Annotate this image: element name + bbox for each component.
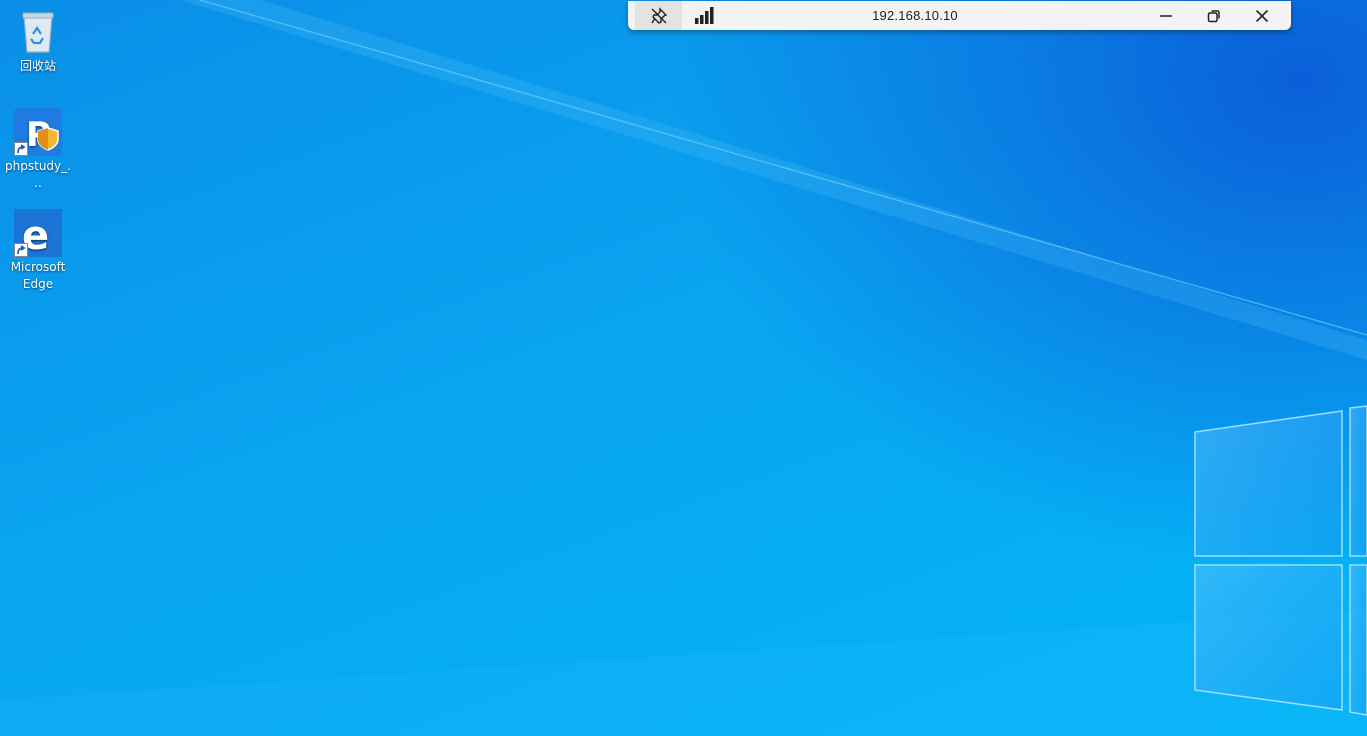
- edge-icon: e: [14, 209, 62, 259]
- desktop-icon-phpstudy[interactable]: P phpstudy_...: [2, 108, 74, 192]
- remote-connection-bar[interactable]: 192.168.10.10: [628, 1, 1291, 30]
- remote-host-title: 192.168.10.10: [872, 8, 958, 23]
- desktop-wallpaper: 回收站 P phpstudy_... e Micro: [0, 0, 1367, 736]
- signal-strength-icon: [695, 6, 714, 24]
- pin-button[interactable]: [635, 1, 682, 30]
- phpstudy-icon: P: [14, 108, 62, 156]
- restore-button[interactable]: [1190, 1, 1238, 30]
- windows-logo-wallpaper: [0, 0, 1367, 736]
- close-button[interactable]: [1238, 1, 1286, 30]
- recycle-bin-icon: [14, 8, 62, 56]
- shortcut-arrow-icon: [14, 243, 28, 257]
- desktop-icon-label: Microsoft Edge: [10, 260, 66, 291]
- desktop-icon-label: phpstudy_...: [5, 159, 71, 190]
- pin-icon: [650, 6, 667, 24]
- desktop-icon-recycle-bin[interactable]: 回收站: [2, 8, 74, 75]
- minimize-icon: [1160, 14, 1172, 17]
- shortcut-arrow-icon: [14, 142, 28, 156]
- desktop-icon-label: 回收站: [19, 59, 56, 73]
- minimize-button[interactable]: [1142, 1, 1190, 30]
- restore-icon: [1207, 9, 1220, 22]
- close-icon: [1255, 9, 1269, 22]
- desktop-icon-edge[interactable]: e Microsoft Edge: [2, 209, 74, 293]
- connection-quality-button[interactable]: [682, 1, 728, 30]
